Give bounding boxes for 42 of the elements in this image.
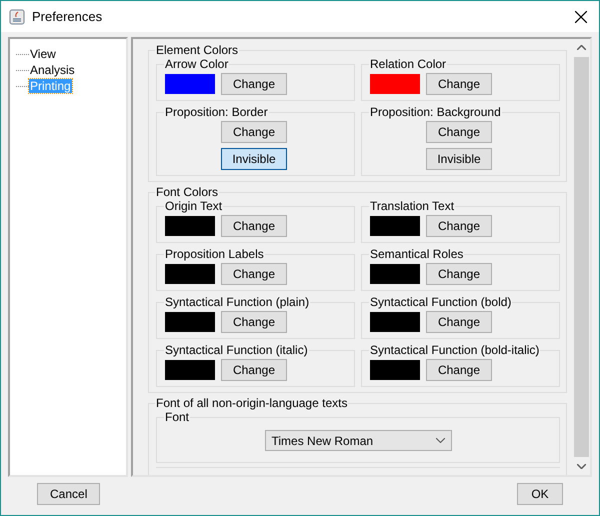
group-title: Element Colors bbox=[155, 43, 240, 57]
group-title: Font of all non-origin-language texts bbox=[155, 396, 348, 410]
change-button[interactable]: Change bbox=[426, 215, 492, 237]
tree-item[interactable]: View bbox=[29, 47, 57, 61]
group-title: Syntactical Function (bold-italic) bbox=[369, 343, 540, 357]
window-title: Preferences bbox=[32, 9, 104, 24]
close-icon[interactable] bbox=[575, 10, 587, 22]
group-title: Proposition: Border bbox=[164, 105, 269, 119]
group-title: Font bbox=[164, 410, 190, 424]
dialog-button[interactable]: Change bbox=[426, 121, 492, 143]
app-icon bbox=[9, 8, 25, 24]
change-button[interactable]: Change bbox=[426, 73, 492, 95]
dialog-button[interactable]: OK bbox=[517, 483, 563, 505]
dialog-button[interactable]: Invisible bbox=[221, 148, 287, 170]
dialog-button[interactable]: Cancel bbox=[37, 483, 100, 505]
change-button[interactable]: Change bbox=[221, 73, 287, 95]
group-title: Relation Color bbox=[369, 57, 448, 71]
change-button[interactable]: Change bbox=[221, 359, 287, 381]
group-title: Syntactical Function (plain) bbox=[164, 295, 310, 309]
group-title: Origin Text bbox=[164, 199, 224, 213]
tree-item[interactable]: Analysis bbox=[29, 63, 76, 77]
change-button[interactable]: Change bbox=[221, 215, 287, 237]
change-button[interactable]: Change bbox=[221, 311, 287, 333]
change-button[interactable]: Change bbox=[426, 263, 492, 285]
group-title: Proposition: Background bbox=[369, 105, 502, 119]
change-button[interactable]: Change bbox=[221, 263, 287, 285]
group-title: Syntactical Function (italic) bbox=[164, 343, 309, 357]
group-title: Proposition Labels bbox=[164, 247, 265, 261]
change-button[interactable]: Change bbox=[426, 359, 492, 381]
group-title: Semantical Roles bbox=[369, 247, 464, 261]
group-title: Arrow Color bbox=[164, 57, 230, 71]
group-title: Translation Text bbox=[369, 199, 456, 213]
font-dropdown[interactable]: Times New Roman bbox=[264, 430, 452, 451]
group-title: Syntactical Function (bold) bbox=[369, 295, 512, 309]
dialog-button[interactable]: Invisible bbox=[426, 148, 492, 170]
chevron-down-icon bbox=[436, 438, 444, 443]
chevron-down-icon[interactable] bbox=[577, 464, 586, 469]
dialog-button[interactable]: Change bbox=[221, 121, 287, 143]
chevron-up-icon[interactable] bbox=[577, 45, 586, 50]
change-button[interactable]: Change bbox=[426, 311, 492, 333]
scroll-thumb[interactable] bbox=[574, 57, 589, 457]
group-title: Font Colors bbox=[155, 185, 220, 199]
